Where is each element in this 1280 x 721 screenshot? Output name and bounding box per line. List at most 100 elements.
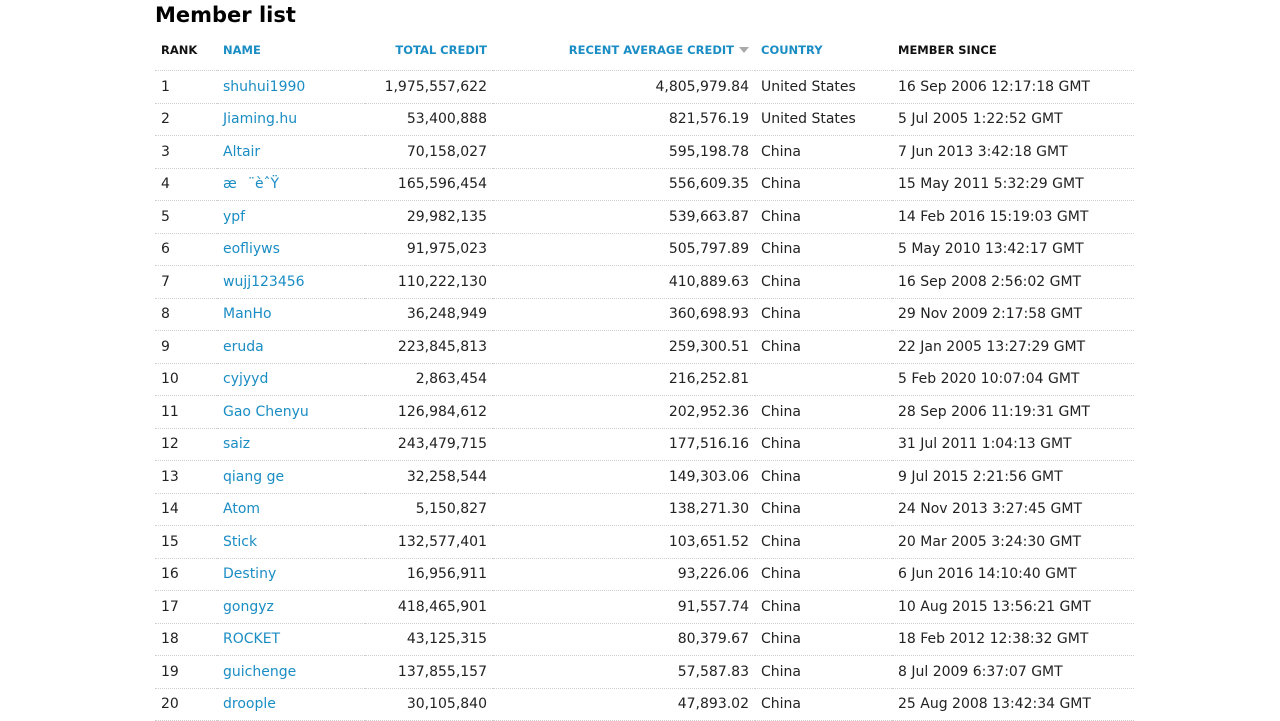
member-name-link[interactable]: ManHo (223, 306, 272, 322)
member-since-cell: 18 Feb 2012 12:38:32 GMT (892, 623, 1134, 656)
recent-average-credit-cell: 57,587.83 (493, 655, 755, 689)
name-cell: qiang ge (217, 460, 365, 494)
country-cell: China (755, 233, 892, 266)
member-name-link[interactable]: Gao Chenyu (223, 404, 309, 420)
member-name-link[interactable]: droople (223, 696, 276, 712)
member-name-link[interactable]: qiang ge (223, 469, 284, 485)
member-name-link[interactable]: Destiny (223, 566, 276, 582)
member-name-link[interactable]: shuhui1990 (223, 79, 305, 95)
member-name-link[interactable]: Stick (223, 534, 257, 550)
member-since-cell: 14 Feb 2016 15:19:03 GMT (892, 200, 1134, 234)
rank-cell: 19 (155, 655, 217, 689)
member-since-cell: 28 Sep 2006 11:19:31 GMT (892, 395, 1134, 429)
column-header-total-credit[interactable]: TOTAL CREDIT (365, 29, 493, 71)
table-row: 15 Stick 132,577,401 103,651.52 China 20… (155, 525, 1134, 559)
table-row: 7 wujj123456 110,222,130 410,889.63 Chin… (155, 265, 1134, 299)
name-cell: Atom (217, 493, 365, 526)
rank-cell: 10 (155, 363, 217, 396)
member-since-cell: 6 Jun 2016 14:10:40 GMT (892, 558, 1134, 591)
total-credit-cell: 5,150,827 (365, 493, 493, 526)
name-cell: shuhui1990 (217, 70, 365, 104)
name-cell: Jiaming.hu (217, 103, 365, 136)
member-name-link[interactable]: saiz (223, 436, 250, 452)
recent-average-credit-cell: 259,300.51 (493, 330, 755, 364)
table-row: 17 gongyz 418,465,901 91,557.74 China 10… (155, 590, 1134, 624)
country-cell: United States (755, 103, 892, 136)
total-credit-cell: 30,105,840 (365, 688, 493, 721)
column-header-rank: RANK (155, 29, 217, 71)
rank-cell: 3 (155, 135, 217, 169)
country-cell: China (755, 298, 892, 331)
total-credit-cell: 110,222,130 (365, 265, 493, 299)
rank-cell: 12 (155, 428, 217, 461)
member-since-cell: 8 Jul 2009 6:37:07 GMT (892, 655, 1134, 689)
member-name-link[interactable]: Atom (223, 501, 260, 517)
member-name-link[interactable]: wujj123456 (223, 274, 305, 290)
member-name-link[interactable]: Altair (223, 144, 260, 160)
table-row: 3 Altair 70,158,027 595,198.78 China 7 J… (155, 135, 1134, 169)
total-credit-cell: 32,258,544 (365, 460, 493, 494)
total-credit-cell: 243,479,715 (365, 428, 493, 461)
table-row: 5 ypf 29,982,135 539,663.87 China 14 Feb… (155, 200, 1134, 234)
member-since-cell: 5 Jul 2005 1:22:52 GMT (892, 103, 1134, 136)
table-row: 8 ManHo 36,248,949 360,698.93 China 29 N… (155, 298, 1134, 331)
table-row: 12 saiz 243,479,715 177,516.16 China 31 … (155, 428, 1134, 461)
total-credit-cell: 418,465,901 (365, 590, 493, 624)
recent-average-credit-cell: 93,226.06 (493, 558, 755, 591)
rank-cell: 17 (155, 590, 217, 624)
recent-average-credit-cell: 556,609.35 (493, 168, 755, 201)
column-header-country[interactable]: COUNTRY (755, 29, 892, 71)
recent-average-credit-cell: 80,379.67 (493, 623, 755, 656)
total-credit-cell: 2,863,454 (365, 363, 493, 396)
total-credit-cell: 126,984,612 (365, 395, 493, 429)
table-row: 2 Jiaming.hu 53,400,888 821,576.19 Unite… (155, 103, 1134, 136)
rank-cell: 11 (155, 395, 217, 429)
recent-average-credit-cell: 149,303.06 (493, 460, 755, 494)
country-cell: China (755, 395, 892, 429)
member-name-link[interactable]: cyjyyd (223, 371, 268, 387)
rank-cell: 15 (155, 525, 217, 559)
table-row: 6 eofliyws 91,975,023 505,797.89 China 5… (155, 233, 1134, 266)
member-name-link[interactable]: gongyz (223, 599, 274, 615)
table-row: 19 guichenge 137,855,157 57,587.83 China… (155, 655, 1134, 689)
name-cell: Destiny (217, 558, 365, 591)
column-header-recent-average-credit[interactable]: RECENT AVERAGE CREDIT (493, 29, 755, 71)
country-cell: China (755, 168, 892, 201)
country-cell (755, 363, 892, 396)
member-name-link[interactable]: Jiaming.hu (223, 111, 297, 127)
name-cell: ManHo (217, 298, 365, 331)
rank-cell: 6 (155, 233, 217, 266)
country-cell: China (755, 655, 892, 689)
recent-average-credit-cell: 505,797.89 (493, 233, 755, 266)
column-header-recent-average-credit-label: RECENT AVERAGE CREDIT (568, 42, 734, 57)
member-since-cell: 25 Aug 2008 13:42:34 GMT (892, 688, 1134, 721)
rank-cell: 7 (155, 265, 217, 299)
member-name-link[interactable]: æ¨èˆŸ (223, 176, 279, 192)
name-cell: guichenge (217, 655, 365, 689)
recent-average-credit-cell: 360,698.93 (493, 298, 755, 331)
member-name-link[interactable]: ROCKET (223, 631, 280, 647)
name-cell: Altair (217, 135, 365, 169)
member-since-cell: 31 Jul 2011 1:04:13 GMT (892, 428, 1134, 461)
recent-average-credit-cell: 47,893.02 (493, 688, 755, 721)
rank-cell: 14 (155, 493, 217, 526)
member-since-cell: 20 Mar 2005 3:24:30 GMT (892, 525, 1134, 559)
member-name-link[interactable]: eofliyws (223, 241, 280, 257)
recent-average-credit-cell: 177,516.16 (493, 428, 755, 461)
total-credit-cell: 223,845,813 (365, 330, 493, 364)
column-header-name[interactable]: NAME (217, 29, 365, 71)
recent-average-credit-cell: 410,889.63 (493, 265, 755, 299)
member-since-cell: 29 Nov 2009 2:17:58 GMT (892, 298, 1134, 331)
country-cell: China (755, 200, 892, 234)
member-name-link[interactable]: guichenge (223, 664, 296, 680)
country-cell: China (755, 460, 892, 494)
total-credit-cell: 43,125,315 (365, 623, 493, 656)
name-cell: æ¨èˆŸ (217, 168, 365, 201)
name-cell: droople (217, 688, 365, 721)
recent-average-credit-cell: 138,271.30 (493, 493, 755, 526)
member-name-link[interactable]: ypf (223, 209, 245, 225)
table-row: 13 qiang ge 32,258,544 149,303.06 China … (155, 460, 1134, 494)
total-credit-cell: 53,400,888 (365, 103, 493, 136)
total-credit-cell: 36,248,949 (365, 298, 493, 331)
member-name-link[interactable]: eruda (223, 339, 264, 355)
